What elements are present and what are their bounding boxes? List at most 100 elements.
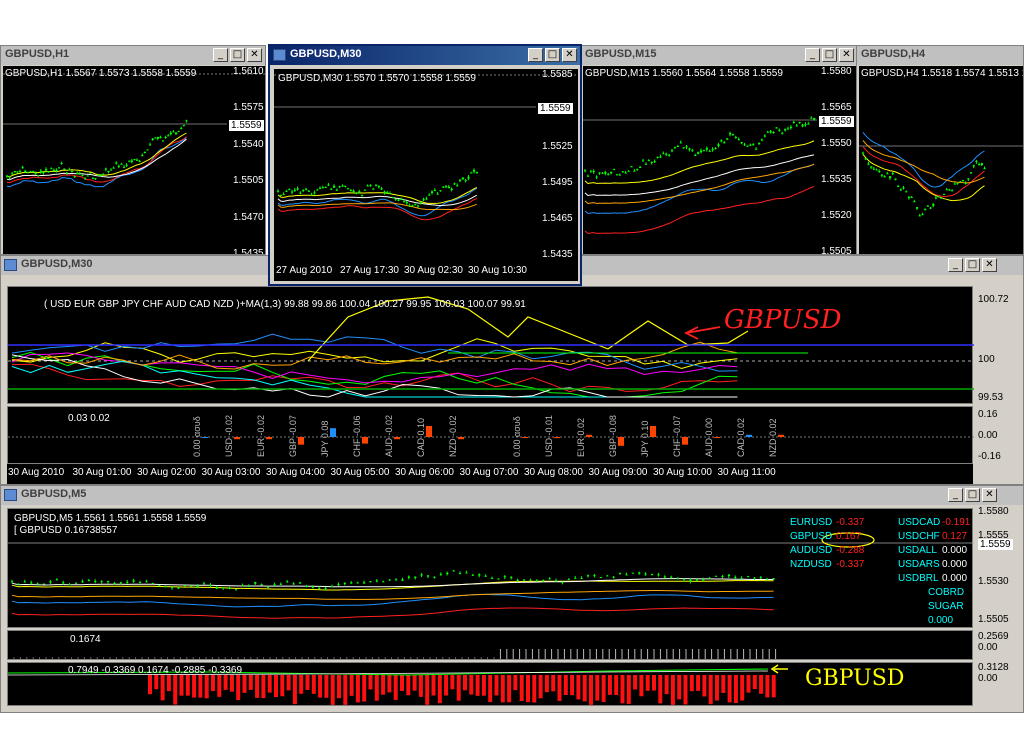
candle [389, 191, 392, 195]
candle [32, 170, 35, 173]
axis-tick-label: 0.16 [978, 409, 998, 420]
titlebar[interactable]: GBPUSD,M5 _ □ ✕ [1, 486, 1023, 505]
titlebar[interactable]: GBPUSD,H1 _ □ ✕ [1, 46, 265, 65]
candle [523, 579, 526, 582]
axis-tick-label: 1.5520 [821, 210, 852, 221]
candle [235, 589, 238, 591]
close-button[interactable]: ✕ [982, 258, 997, 272]
candle [964, 181, 967, 185]
currency-strength-chart[interactable]: ( USD EUR GBP JPY CHF AUD CAD NZD )+MA(1… [7, 286, 974, 404]
volume-subchart[interactable]: 0.1674 [7, 630, 973, 660]
chart-header-sub: [ GBPUSD 0.16738557 [14, 525, 118, 536]
close-button[interactable]: ✕ [982, 488, 997, 502]
candle [561, 581, 564, 585]
minimize-button[interactable]: _ [948, 258, 963, 272]
strength-histogram[interactable]: 0.03 0.02 0.00 ασυδ USD -0.02 EUR -0.02 GBP… [7, 406, 974, 464]
candle [729, 131, 732, 137]
candle [94, 178, 97, 180]
window-title: GBPUSD,M5 [21, 488, 87, 500]
chart-window-indicator[interactable]: GBPUSD,M30 _ □ ✕ ( USD EUR GBP JPY CHF AUD… [0, 255, 1024, 485]
candle [417, 204, 420, 208]
candle [755, 147, 758, 150]
moving-average-line [862, 154, 985, 202]
strength-bar [202, 437, 208, 438]
candle [673, 146, 677, 149]
candle [961, 179, 965, 182]
candle [445, 184, 448, 189]
candle [130, 158, 133, 164]
candle [586, 174, 590, 177]
titlebar[interactable]: GBPUSD,M30 _ □ ✕ [270, 46, 580, 65]
candle [595, 175, 598, 180]
close-button[interactable]: ✕ [839, 48, 854, 62]
candle [951, 189, 954, 192]
chart-header: GBPUSD,H4 1.5518 1.5574 1.5513 1.5559 [861, 68, 1023, 79]
chart-window-m5[interactable]: GBPUSD,M5 _ □ ✕ GBPUSD,M5 1.5561 1.5561 1.… [0, 485, 1024, 713]
histogram-bar [526, 675, 530, 703]
close-button[interactable]: ✕ [562, 48, 577, 62]
candle [115, 161, 118, 165]
candle [746, 145, 749, 148]
maximize-button[interactable]: □ [822, 48, 837, 62]
histogram-bar [450, 675, 455, 690]
price-chart[interactable]: GBPUSD,H1 1.5567 1.5573 1.5558 1.5559 1.… [3, 66, 265, 254]
candle [338, 185, 341, 188]
candle [68, 167, 71, 171]
candle [349, 189, 352, 192]
pair-name: NZDUSD [790, 559, 832, 570]
candle [311, 585, 314, 589]
candle [136, 158, 139, 162]
maximize-button[interactable]: □ [965, 488, 980, 502]
candle [731, 133, 735, 136]
histogram-bar [431, 675, 436, 696]
histogram-bar [305, 675, 310, 690]
axis-tick-label: 1.5505 [978, 614, 1009, 625]
minimize-button[interactable]: _ [528, 48, 543, 62]
titlebar[interactable]: GBPUSD,M15 _ □ ✕ [581, 46, 857, 65]
candle [461, 177, 464, 180]
price-chart[interactable]: GBPUSD,M15 1.5560 1.5564 1.5558 1.5559 1… [583, 66, 857, 254]
candle [679, 140, 682, 144]
candle [375, 184, 378, 187]
maximize-button[interactable]: □ [545, 48, 560, 62]
chart-window-h1[interactable]: GBPUSD,H1 _ □ ✕ GBPUSD,H1 1.5567 1.5573 1.… [0, 45, 266, 255]
price-chart[interactable]: GBPUSD,H4 1.5518 1.5574 1.5513 1.5559 [859, 66, 1023, 254]
titlebar[interactable]: GBPUSD,H4 [857, 46, 1023, 65]
candle [355, 192, 358, 195]
candle [651, 573, 654, 576]
candle [740, 141, 743, 145]
price-chart[interactable]: GBPUSD,M30 1.5570 1.5570 1.5558 1.5559 1… [274, 69, 578, 281]
candle [117, 164, 120, 169]
candle [78, 171, 81, 175]
histogram-bar [292, 675, 297, 705]
minimize-button[interactable]: _ [948, 488, 963, 502]
histogram-bar [658, 675, 663, 704]
histogram-bar [425, 675, 430, 705]
gbpusd-annotation: GBPUSD [724, 305, 842, 335]
annotation-arrow [770, 664, 788, 674]
candle [535, 579, 538, 582]
histogram-bar [400, 675, 404, 691]
candle [720, 139, 723, 143]
close-button[interactable]: ✕ [247, 48, 262, 62]
minimize-button[interactable]: _ [805, 48, 820, 62]
chart-window-m30[interactable]: GBPUSD,M30 _ □ ✕ GBPUSD,M30 1.5570 1.5570 … [268, 44, 582, 286]
candle [587, 574, 590, 578]
histogram-bar [771, 675, 776, 698]
strength-bar [330, 428, 336, 437]
candle [344, 185, 347, 188]
candle [120, 162, 123, 165]
histogram-bar [248, 675, 253, 690]
chart-window-h4[interactable]: GBPUSD,H4 GBPUSD,H4 1.5518 1.5574 1.5513… [856, 45, 1024, 255]
price-chart[interactable]: GBPUSD,M5 1.5561 1.5561 1.5558 1.5559 [ … [7, 508, 1013, 628]
histogram-bar [702, 675, 707, 697]
minimize-button[interactable]: _ [213, 48, 228, 62]
maximize-button[interactable]: □ [230, 48, 245, 62]
chart-window-m15[interactable]: GBPUSD,M15 _ □ ✕ GBPUSD,M15 1.5560 1.5564 … [580, 45, 858, 255]
time-tick-label: 30 Aug 02:00 [137, 467, 196, 478]
candle [427, 575, 430, 579]
candle [183, 585, 186, 587]
candle [71, 170, 74, 173]
bar-label: JPY 0.10 [640, 420, 650, 457]
maximize-button[interactable]: □ [965, 258, 980, 272]
